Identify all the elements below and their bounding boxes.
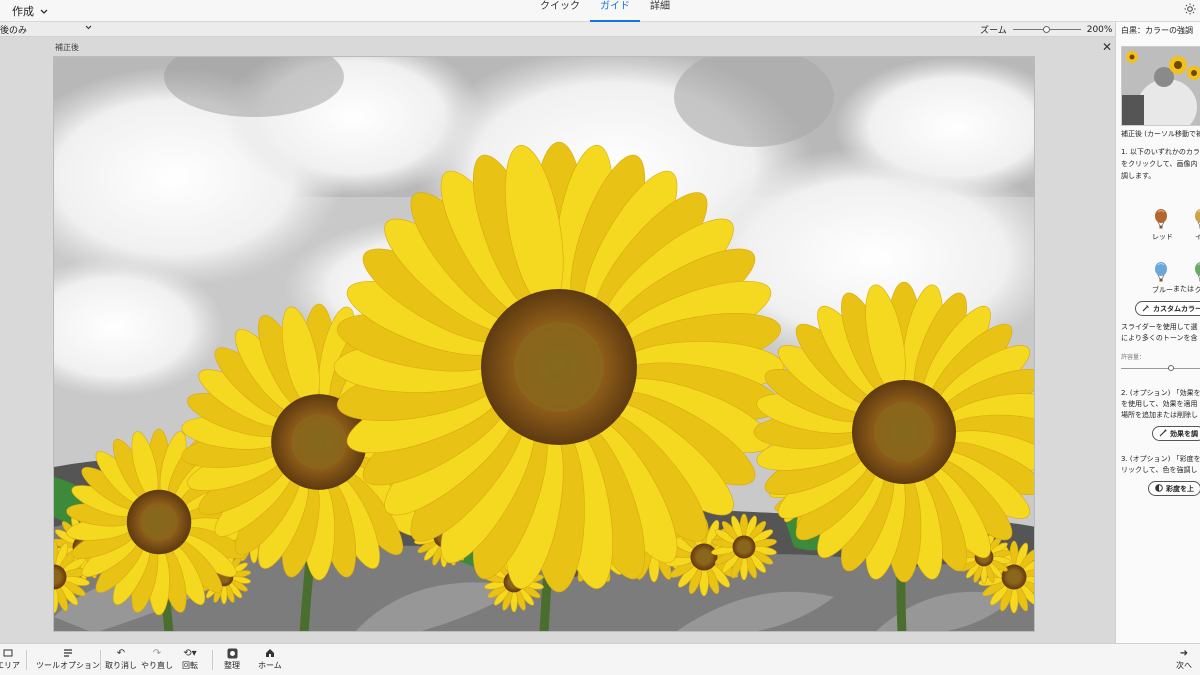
toolbar-divider: [100, 650, 101, 670]
toolbar-divider: [26, 650, 27, 670]
tolerance-label: 許容量：: [1121, 354, 1146, 361]
organizer-label: 整理: [224, 661, 240, 670]
adjust-effect-button[interactable]: 効果を調: [1152, 426, 1200, 441]
redo-label: やり直し: [141, 661, 173, 670]
top-bar: 作成 クイック ガイド 詳細: [0, 0, 1200, 22]
chevron-down-icon: [85, 23, 92, 36]
create-label: 作成: [12, 5, 34, 18]
close-icon[interactable]: ✕: [1102, 41, 1112, 53]
color-label-red: レッド: [1152, 233, 1173, 241]
step-1-line: をクリックして、画像内: [1121, 160, 1198, 168]
step-3-text: 3. (オプション) 「彩度を リックして、色を強調し: [1121, 454, 1200, 476]
rotate-button[interactable]: ⟲▾ 回転: [182, 648, 198, 671]
step-3-line: 3. (オプション) 「彩度を: [1121, 455, 1200, 463]
next-button[interactable]: ➜ 次へ: [1176, 648, 1192, 671]
tab-guided[interactable]: ガイド: [590, 0, 640, 22]
color-label-yellow: イ: [1195, 232, 1200, 242]
tool-options-icon: [63, 648, 73, 660]
edited-photo[interactable]: [53, 56, 1035, 632]
tolerance-slider-handle[interactable]: [1167, 365, 1174, 371]
area-button[interactable]: エリア: [0, 648, 20, 671]
guided-panel: 白黒：カラーの強調 補正後 (カーソル移動で補 1. 以下のいずれかのカラ をク…: [1115, 22, 1200, 643]
bottom-toolbar: エリア ツールオプション ↶ 取り消し ↷ やり直し ⟲▾ 回転 整理 ホーム …: [0, 643, 1200, 675]
step-1-line: 調します。: [1121, 172, 1156, 180]
zoom-control: ズーム 200%: [980, 23, 1113, 37]
organizer-icon: [227, 648, 238, 660]
sun-icon[interactable]: [1184, 3, 1196, 15]
red-balloon-icon[interactable]: [1154, 209, 1168, 229]
home-label: ホーム: [258, 661, 282, 670]
canvas-area: 補正後 ✕: [0, 37, 1115, 643]
step-2-line: 場所を追加または削除し: [1121, 411, 1198, 419]
step-2-line: 2. (オプション) 「効果を: [1121, 389, 1200, 397]
increase-saturation-label: 彩度を上: [1166, 484, 1194, 493]
organizer-button[interactable]: 整理: [224, 648, 240, 671]
zoom-value: 200%: [1086, 24, 1113, 35]
custom-color-label: カスタムカラー: [1153, 304, 1200, 313]
photo-bin-icon: [3, 648, 13, 660]
view-options-bar: 後のみ ズーム 200%: [0, 22, 1115, 37]
toolbar-divider: [212, 650, 213, 670]
area-label: エリア: [0, 661, 20, 670]
tab-quick[interactable]: クイック: [530, 0, 590, 22]
color-label-blue: ブルー: [1152, 286, 1173, 294]
home-button[interactable]: ホーム: [258, 648, 282, 671]
blue-balloon-icon[interactable]: [1154, 262, 1168, 282]
before-after-thumbnail[interactable]: [1121, 46, 1200, 126]
slider-description: スライダーを使用して選 により多くのトーンを含: [1121, 322, 1198, 344]
arrow-right-icon: ➜: [1179, 648, 1189, 659]
thumbnail-caption: 補正後 (カーソル移動で補: [1121, 130, 1200, 138]
slider-description-line: スライダーを使用して選: [1121, 323, 1198, 331]
undo-label: 取り消し: [105, 661, 137, 670]
tool-options-label: ツールオプション: [36, 661, 100, 670]
view-select[interactable]: 後のみ: [0, 23, 92, 36]
step-1-line: 1. 以下のいずれかのカラ: [1121, 148, 1200, 156]
adjust-effect-label: 効果を調: [1170, 429, 1198, 438]
view-title: 補正後: [55, 43, 79, 52]
step-2-line: を使用して、効果を適用: [1121, 400, 1198, 408]
step-3-line: リックして、色を強調し: [1121, 466, 1198, 474]
view-select-value: 後のみ: [0, 26, 28, 36]
increase-saturation-button[interactable]: 彩度を上: [1148, 481, 1200, 496]
mode-tabs: クイック ガイド 詳細: [530, 0, 680, 22]
eyedropper-icon: [1142, 304, 1150, 314]
rotate-label: 回転: [182, 661, 198, 670]
step-2-text: 2. (オプション) 「効果を を使用して、効果を適用 場所を追加または削除し: [1121, 388, 1200, 421]
create-menu[interactable]: 作成: [12, 3, 48, 19]
zoom-slider[interactable]: [1012, 26, 1081, 33]
tolerance-slider[interactable]: [1121, 365, 1200, 371]
step-1-text: 1. 以下のいずれかのカラ をクリックして、画像内 調します。: [1121, 146, 1200, 182]
tool-options-button[interactable]: ツールオプション: [36, 648, 100, 671]
tab-expert[interactable]: 詳細: [640, 0, 680, 22]
slider-description-line: により多くのトーンを含: [1121, 334, 1198, 342]
or-label: または: [1173, 285, 1194, 293]
green-balloon-icon[interactable]: [1194, 262, 1200, 282]
panel-title: 白黒：カラーの強調: [1121, 26, 1193, 35]
undo-button[interactable]: ↶ 取り消し: [105, 648, 137, 671]
brush-icon: [1159, 429, 1167, 439]
yellow-balloon-icon[interactable]: [1194, 209, 1200, 229]
rotate-icon: ⟲▾: [183, 648, 197, 659]
next-label: 次へ: [1176, 661, 1192, 670]
undo-icon: ↶: [116, 648, 126, 659]
zoom-slider-handle[interactable]: [1042, 26, 1050, 33]
chevron-down-icon: [40, 5, 48, 18]
home-icon: [265, 648, 275, 660]
redo-icon: ↷: [152, 648, 162, 659]
redo-button[interactable]: ↷ やり直し: [141, 648, 173, 671]
custom-color-button[interactable]: カスタムカラー: [1135, 301, 1200, 316]
color-label-green: グ: [1195, 285, 1200, 295]
zoom-label: ズーム: [980, 26, 1007, 36]
half-circle-icon: [1155, 483, 1163, 494]
